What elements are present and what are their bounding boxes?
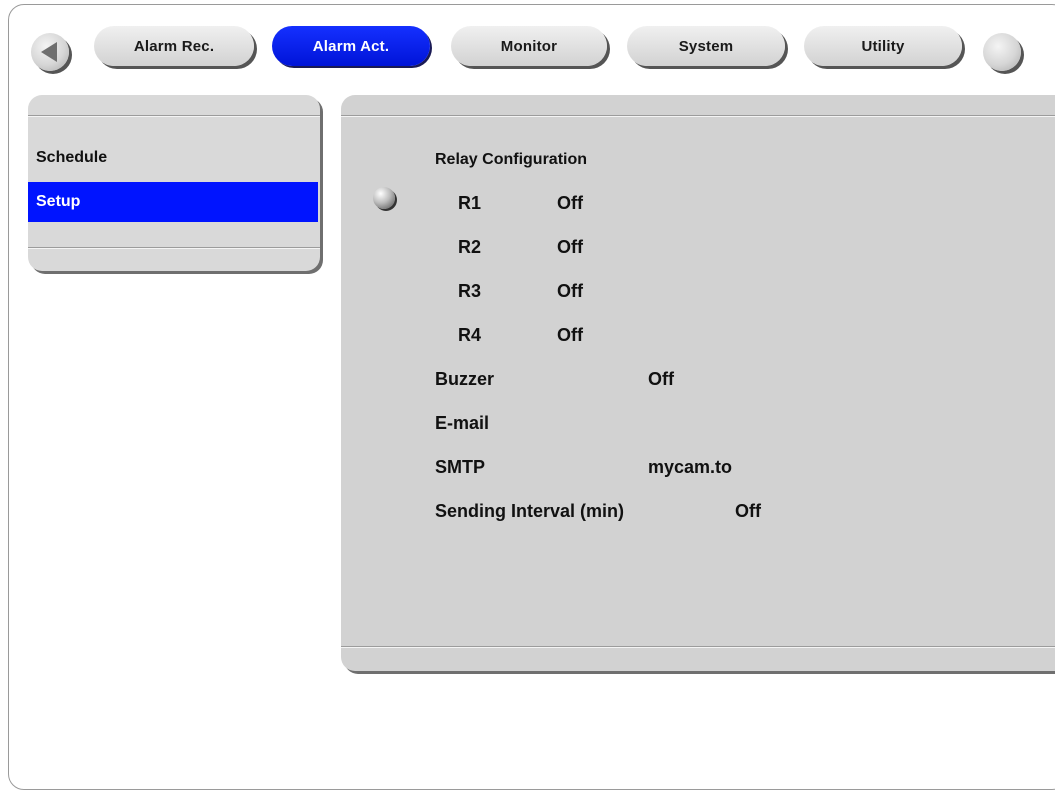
relay-configuration-heading: Relay Configuration: [435, 151, 588, 168]
relay-r2-value[interactable]: Off: [557, 237, 583, 258]
sending-interval-label: Sending Interval (min): [435, 501, 625, 521]
relay-r1-label: R1: [458, 193, 482, 213]
buzzer-label: Buzzer: [435, 369, 495, 389]
back-button[interactable]: [31, 33, 69, 71]
tab-alarm-act[interactable]: Alarm Act.: [272, 26, 430, 66]
left-arrow-icon: [41, 42, 57, 62]
smtp-label: SMTP: [435, 457, 486, 477]
buzzer-value[interactable]: Off: [648, 369, 674, 390]
relay-r4-value[interactable]: Off: [557, 325, 583, 346]
tab-alarm-rec[interactable]: Alarm Rec.: [94, 26, 254, 66]
sidebar-item-schedule[interactable]: Schedule: [28, 138, 318, 178]
relay-r1-value[interactable]: Off: [557, 193, 583, 214]
menu-divider: [28, 115, 320, 117]
sending-interval-value[interactable]: Off: [735, 501, 761, 522]
relay-r3-value[interactable]: Off: [557, 281, 583, 302]
tab-utility[interactable]: Utility: [804, 26, 962, 66]
sidebar-menu: Schedule Setup: [28, 95, 320, 271]
tab-system[interactable]: System: [627, 26, 785, 66]
relay-r4-label: R4: [458, 325, 482, 345]
relay-r2-label: R2: [458, 237, 482, 257]
more-icon[interactable]: [983, 33, 1021, 71]
selection-cursor-icon: [373, 187, 395, 209]
smtp-value[interactable]: mycam.to: [648, 457, 732, 478]
panel-divider: [341, 646, 1055, 648]
tab-monitor[interactable]: Monitor: [451, 26, 607, 66]
email-label[interactable]: E-mail: [435, 413, 489, 434]
panel-divider: [341, 115, 1055, 117]
menu-divider: [28, 247, 320, 249]
sidebar-item-setup[interactable]: Setup: [28, 182, 318, 222]
relay-r3-label: R3: [458, 281, 482, 301]
